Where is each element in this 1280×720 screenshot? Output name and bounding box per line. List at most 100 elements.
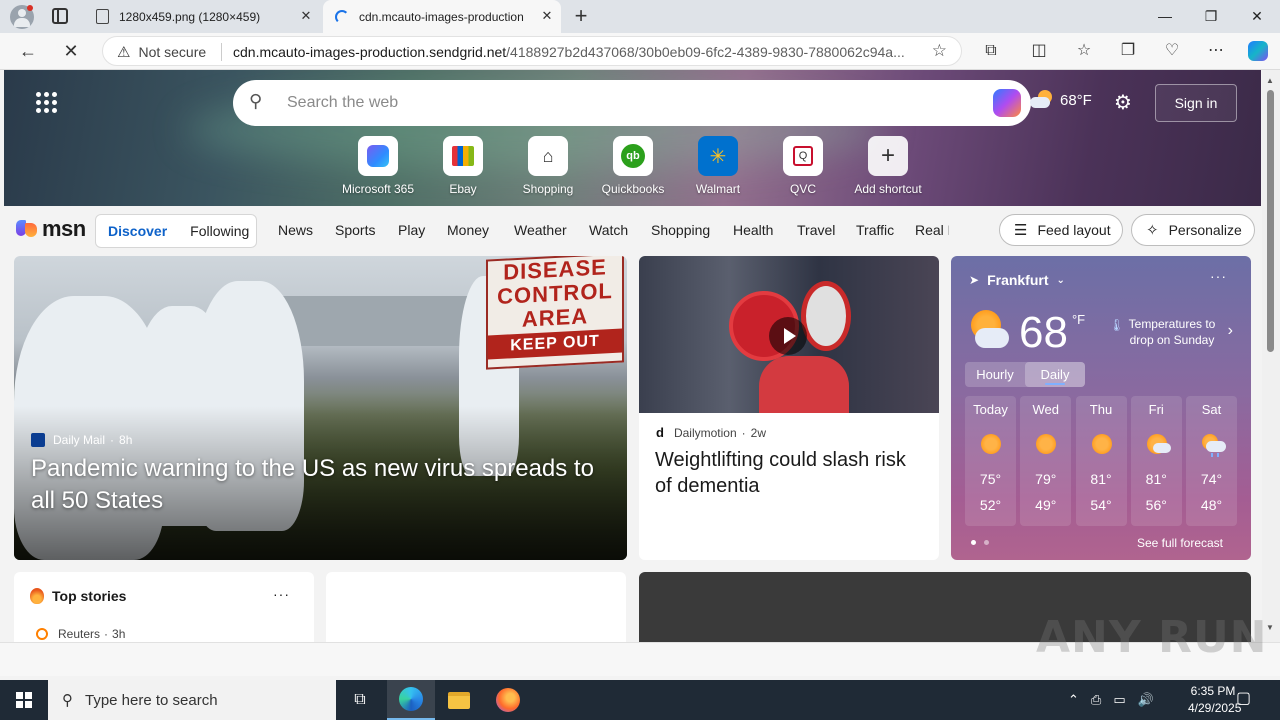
tab-cdn[interactable]: cdn.mcauto-images-production ✕: [323, 0, 561, 33]
sign-in-button[interactable]: Sign in: [1155, 84, 1237, 122]
tab-daily[interactable]: Daily: [1025, 362, 1085, 387]
weather-pill[interactable]: 68°F: [1030, 90, 1092, 110]
taskbar-clock[interactable]: 6:35 PM 4/29/2025: [1188, 683, 1241, 717]
feed-layout-button[interactable]: ☰ Feed layout: [999, 214, 1123, 246]
nav-shopping[interactable]: Shopping: [651, 222, 710, 238]
carousel-dot[interactable]: [984, 540, 989, 545]
favorite-star-icon[interactable]: ☆: [932, 41, 947, 61]
more-options-icon[interactable]: ···: [273, 586, 290, 602]
minimize-button[interactable]: —: [1142, 0, 1188, 33]
task-view-icon[interactable]: ⧉: [336, 680, 384, 720]
split-screen-icon[interactable]: ◫: [1025, 38, 1053, 64]
stop-loading-button[interactable]: ✕: [56, 37, 86, 65]
search-input[interactable]: [287, 92, 887, 114]
notifications-icon[interactable]: ▢: [1236, 688, 1251, 708]
play-button[interactable]: [769, 317, 807, 355]
thermometer-icon: 🌡: [1109, 318, 1125, 332]
security-indicator[interactable]: ⚠ Not secure: [117, 43, 206, 61]
more-options-icon[interactable]: ···: [1210, 268, 1227, 284]
shortcut-quickbooks[interactable]: qb Quickbooks: [593, 136, 673, 196]
profile-avatar-icon[interactable]: [10, 5, 34, 29]
address-bar[interactable]: ⚠ Not secure cdn.mcauto-images-productio…: [102, 36, 962, 66]
close-tab-icon[interactable]: ✕: [539, 8, 555, 24]
tab-image[interactable]: 1280x459.png (1280×459) ✕: [84, 0, 320, 33]
top-stories-header: Top stories: [30, 588, 126, 604]
url-domain: cdn.mcauto-images-production.sendgrid.ne…: [233, 44, 507, 60]
volume-icon[interactable]: 🔊: [1138, 692, 1154, 708]
shortcut-microsoft365[interactable]: Microsoft 365: [338, 136, 418, 196]
settings-gear-icon[interactable]: ⚙: [1114, 90, 1132, 115]
more-menu-icon[interactable]: ⋯: [1202, 38, 1230, 64]
temp-unit[interactable]: °F: [1072, 312, 1085, 327]
nav-weather[interactable]: Weather: [514, 222, 567, 238]
close-tab-icon[interactable]: ✕: [298, 8, 314, 24]
start-button[interactable]: [0, 680, 48, 720]
personalize-button[interactable]: ✧ Personalize: [1131, 214, 1255, 246]
nav-watch[interactable]: Watch: [589, 222, 628, 238]
story-age: 2w: [750, 425, 766, 440]
weather-card[interactable]: ➤ Frankfurt ⌄ ··· 68 °F 🌡 Temperatures t…: [951, 256, 1251, 560]
day-name: Thu: [1089, 402, 1113, 417]
taskbar-search[interactable]: ⚲ Type here to search: [48, 680, 336, 720]
nav-travel[interactable]: Travel: [797, 222, 835, 238]
apps-grid-icon[interactable]: [36, 92, 58, 114]
story-source: Daily Mail · 8h: [31, 433, 132, 447]
forecast-day[interactable]: Today 75° 52°: [965, 396, 1016, 526]
video-story-card[interactable]: d Dailymotion · 2w Weightlifting could s…: [639, 256, 939, 560]
weather-pill-temp: 68°F: [1060, 91, 1092, 109]
maximize-button[interactable]: ❐: [1188, 0, 1234, 33]
main-story-title[interactable]: Pandemic warning to the US as new virus …: [31, 453, 621, 517]
web-search-box[interactable]: ⚲: [233, 80, 1031, 126]
chevron-right-icon[interactable]: ›: [1228, 322, 1233, 340]
nav-news[interactable]: News: [278, 222, 313, 238]
nav-health[interactable]: Health: [733, 222, 773, 238]
msn-logo[interactable]: msn: [16, 216, 86, 242]
shortcut-shopping[interactable]: ⌂ Shopping: [508, 136, 588, 196]
favorites-icon[interactable]: ☆: [1070, 38, 1098, 64]
network-device-icon[interactable]: ⎙: [1091, 692, 1101, 708]
new-tab-button[interactable]: +: [568, 2, 594, 30]
nav-sports[interactable]: Sports: [335, 222, 375, 238]
browser-essentials-icon[interactable]: ♡: [1158, 38, 1186, 64]
carousel-dots: [971, 540, 997, 545]
vertical-scrollbar[interactable]: ▲ ▼: [1262, 70, 1280, 642]
shortcut-ebay[interactable]: Ebay: [423, 136, 503, 196]
copilot-search-icon[interactable]: [993, 89, 1021, 117]
network-icon[interactable]: ▭: [1113, 692, 1125, 708]
daily-forecast: Today 75° 52° Wed 79° 49° Thu 81° 54° Fr…: [965, 396, 1237, 526]
weather-location[interactable]: ➤ Frankfurt ⌄: [969, 272, 1065, 288]
forecast-day[interactable]: Wed 79° 49°: [1020, 396, 1072, 526]
tab-actions-icon[interactable]: [52, 8, 68, 24]
back-button[interactable]: ←: [13, 37, 43, 65]
chevron-up-icon[interactable]: ⌃: [1068, 692, 1079, 708]
shortcut-walmart[interactable]: ✳ Walmart: [678, 136, 758, 196]
discover-tab[interactable]: Discover: [108, 223, 167, 239]
tab-hourly[interactable]: Hourly: [965, 362, 1025, 387]
see-full-forecast-link[interactable]: See full forecast: [1127, 533, 1233, 553]
extensions-icon[interactable]: ⧉: [977, 38, 1005, 64]
main-story-card[interactable]: DISEASE CONTROL AREA KEEP OUT Daily Mail…: [14, 256, 627, 560]
nav-real-estate[interactable]: Real E: [915, 222, 949, 238]
following-tab[interactable]: Following: [190, 223, 249, 239]
shortcut-add[interactable]: + Add shortcut: [848, 136, 928, 196]
url-text[interactable]: cdn.mcauto-images-production.sendgrid.ne…: [233, 44, 923, 60]
copilot-icon[interactable]: [1244, 38, 1272, 64]
carousel-dot[interactable]: [971, 540, 976, 545]
video-story-title[interactable]: Weightlifting could slash risk of dement…: [655, 447, 927, 499]
file-explorer-icon[interactable]: [435, 680, 483, 720]
weather-alert[interactable]: 🌡 Temperatures to drop on Sunday: [1109, 316, 1227, 348]
nav-traffic[interactable]: Traffic: [856, 222, 894, 238]
shortcut-qvc[interactable]: Q QVC: [763, 136, 843, 196]
edge-taskbar-icon[interactable]: [387, 680, 435, 720]
weight-plate: [801, 281, 851, 351]
close-window-button[interactable]: ✕: [1234, 0, 1280, 33]
scroll-up-icon[interactable]: ▲: [1266, 76, 1274, 85]
firefox-icon[interactable]: [484, 680, 532, 720]
nav-play[interactable]: Play: [398, 222, 425, 238]
collections-icon[interactable]: ❐: [1114, 38, 1142, 64]
forecast-day[interactable]: Sat 74° 48°: [1186, 396, 1237, 526]
scrollbar-thumb[interactable]: [1267, 90, 1274, 352]
forecast-day[interactable]: Fri 81° 56°: [1130, 396, 1182, 526]
nav-money[interactable]: Money: [447, 222, 489, 238]
forecast-day[interactable]: Thu 81° 54°: [1075, 396, 1127, 526]
